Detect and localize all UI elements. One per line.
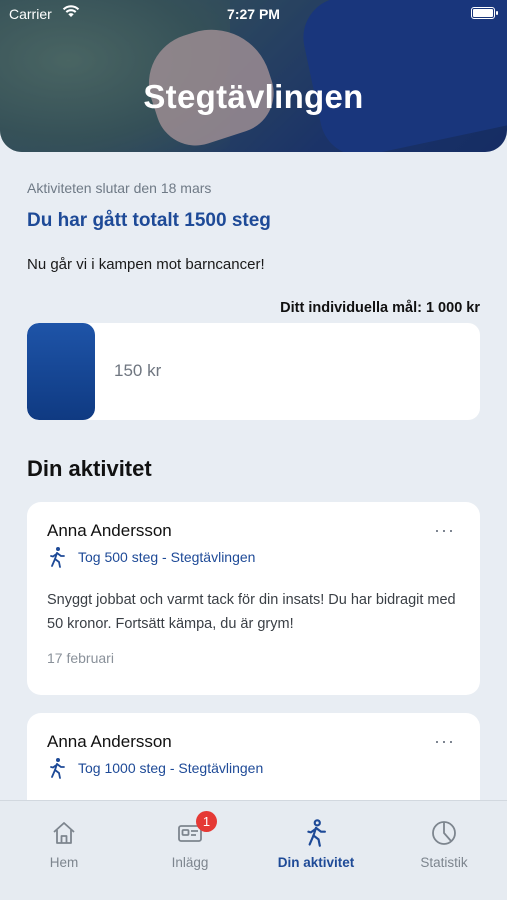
tab-bar: Hem 1 Inlägg Din aktivitet Statistik: [0, 800, 507, 900]
activity-author: Anna Andersson: [47, 521, 172, 540]
activity-date: 17 februari: [47, 650, 114, 666]
activity-tag-text[interactable]: Tog 1000 steg - Stegtävlingen: [78, 760, 263, 776]
activity-card: Anna Andersson ··· Tog 500 steg - Stegtä…: [27, 502, 480, 695]
clock: 7:27 PM: [227, 6, 280, 22]
tab-home[interactable]: Hem: [4, 819, 124, 870]
total-steps: Du har gått totalt 1500 steg: [27, 210, 271, 231]
notification-badge: 1: [196, 811, 217, 832]
progress-fill: [27, 323, 95, 420]
tab-statistics-label: Statistik: [420, 855, 468, 870]
tab-activity[interactable]: Din aktivitet: [256, 819, 376, 870]
individual-goal: Ditt individuella mål: 1 000 kr: [280, 300, 480, 316]
activity-tag: Tog 1000 steg - Stegtävlingen: [47, 757, 263, 779]
tab-posts-label: Inlägg: [171, 855, 209, 870]
activity-tag-text[interactable]: Tog 500 steg - Stegtävlingen: [78, 549, 255, 565]
tab-activity-label: Din aktivitet: [277, 855, 355, 870]
goal-value: 1 000 kr: [425, 300, 480, 316]
activity-end-date: Aktiviteten slutar den 18 mars: [27, 180, 212, 196]
campaign-intro: Nu går vi i kampen mot barncancer!: [27, 256, 265, 273]
activity-author: Anna Andersson: [47, 732, 172, 751]
more-options-icon[interactable]: ···: [434, 731, 455, 752]
status-bar: Carrier 7:27 PM: [0, 0, 507, 28]
tab-posts[interactable]: 1 Inlägg: [130, 811, 250, 870]
fundraising-progress: 150 kr: [27, 323, 480, 420]
tab-statistics[interactable]: Statistik: [384, 819, 504, 870]
tab-home-label: Hem: [49, 855, 79, 870]
walking-person-icon: [50, 758, 65, 779]
more-options-icon[interactable]: ···: [434, 520, 455, 541]
activity-message: Snyggt jobbat och varmt tack för din ins…: [47, 592, 456, 632]
activity-tag: Tog 500 steg - Stegtävlingen: [47, 546, 255, 568]
walking-person-icon: [50, 547, 65, 568]
house-icon: [53, 822, 75, 844]
walking-person-icon: [307, 819, 326, 847]
goal-label: Ditt individuella mål:: [280, 300, 422, 316]
battery-icon: [471, 7, 498, 19]
page-title: Stegtävlingen: [143, 78, 364, 115]
pie-chart-icon: [432, 821, 456, 845]
raised-amount: 150 kr: [114, 361, 162, 380]
activity-section-title: Din aktivitet: [27, 456, 152, 481]
